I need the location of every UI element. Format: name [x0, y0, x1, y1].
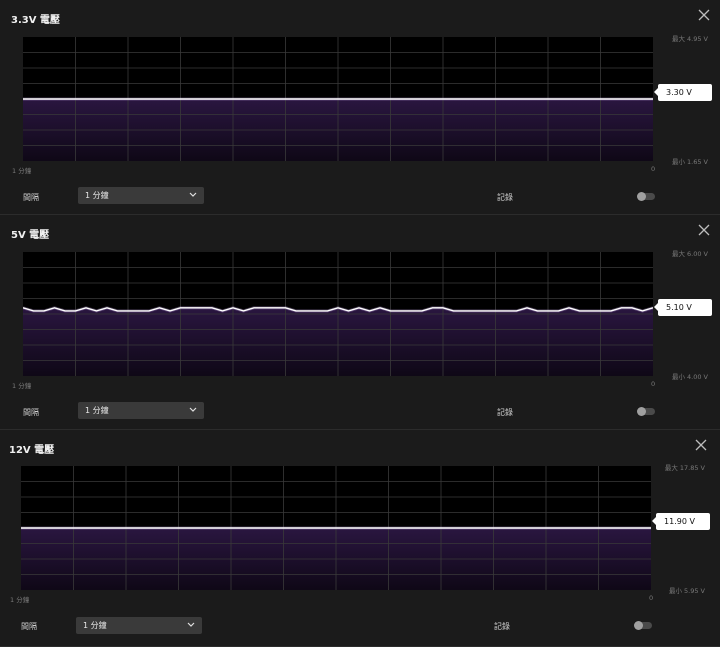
interval-label: 間隔 [23, 408, 39, 417]
interval-label: 間隔 [23, 193, 39, 202]
interval-dropdown[interactable]: 1 分鐘 [78, 187, 204, 204]
x-axis-start-label: 1 分鐘 [12, 382, 32, 390]
interval-value: 1 分鐘 [85, 191, 109, 200]
voltage-panel-5v: 5V 電壓 最大 6.00 V 最小 4.00 V 5.10 V 1 分鐘 0 … [0, 215, 720, 430]
toggle-knob [637, 192, 646, 201]
close-icon[interactable] [694, 438, 708, 452]
toggle-knob [637, 407, 646, 416]
close-icon[interactable] [697, 223, 711, 237]
chart-max-label: 最大 6.00 V [671, 250, 708, 258]
record-label: 記錄 [494, 622, 510, 631]
record-label: 記錄 [497, 408, 513, 417]
x-axis-end-label: 0 [651, 165, 656, 173]
current-value-tag: 5.10 V [654, 299, 712, 316]
chevron-down-icon [187, 622, 195, 627]
interval-dropdown[interactable]: 1 分鐘 [76, 617, 202, 634]
interval-value: 1 分鐘 [83, 621, 107, 630]
voltage-chart [23, 37, 653, 161]
toggle-knob [634, 621, 643, 630]
interval-dropdown[interactable]: 1 分鐘 [78, 402, 204, 419]
voltage-panel-12v: 12V 電壓 最大 17.85 V 最小 5.95 V 11.90 V 1 分鐘… [0, 430, 720, 647]
chart-min-label: 最小 4.00 V [671, 373, 708, 381]
panel-title: 3.3V 電壓 [11, 15, 60, 26]
chart-svg [21, 466, 651, 590]
chart-svg [23, 37, 653, 161]
record-toggle[interactable] [637, 407, 655, 416]
current-value-tag: 11.90 V [652, 513, 710, 530]
chart-min-label: 最小 1.65 V [671, 158, 708, 166]
x-axis-end-label: 0 [649, 594, 654, 602]
x-axis-start-label: 1 分鐘 [12, 167, 32, 175]
voltage-panel-3v3: 3.3V 電壓 最大 4.95 V 最小 1.65 V 3.30 V 1 分鐘 … [0, 0, 720, 215]
record-toggle[interactable] [637, 192, 655, 201]
current-value-tag: 3.30 V [654, 84, 712, 101]
record-toggle[interactable] [634, 621, 652, 630]
chart-max-label: 最大 4.95 V [671, 35, 708, 43]
chevron-down-icon [189, 407, 197, 412]
chart-max-label: 最大 17.85 V [664, 464, 705, 472]
voltage-chart [23, 252, 653, 376]
interval-value: 1 分鐘 [85, 406, 109, 415]
voltage-chart [21, 466, 651, 590]
close-icon[interactable] [697, 8, 711, 22]
chart-svg [23, 252, 653, 376]
panel-title: 5V 電壓 [11, 230, 50, 241]
x-axis-end-label: 0 [651, 380, 656, 388]
chart-min-label: 最小 5.95 V [668, 587, 705, 595]
panel-title: 12V 電壓 [9, 445, 55, 456]
interval-label: 間隔 [21, 622, 37, 631]
chevron-down-icon [189, 192, 197, 197]
record-label: 記錄 [497, 193, 513, 202]
x-axis-start-label: 1 分鐘 [10, 596, 30, 604]
